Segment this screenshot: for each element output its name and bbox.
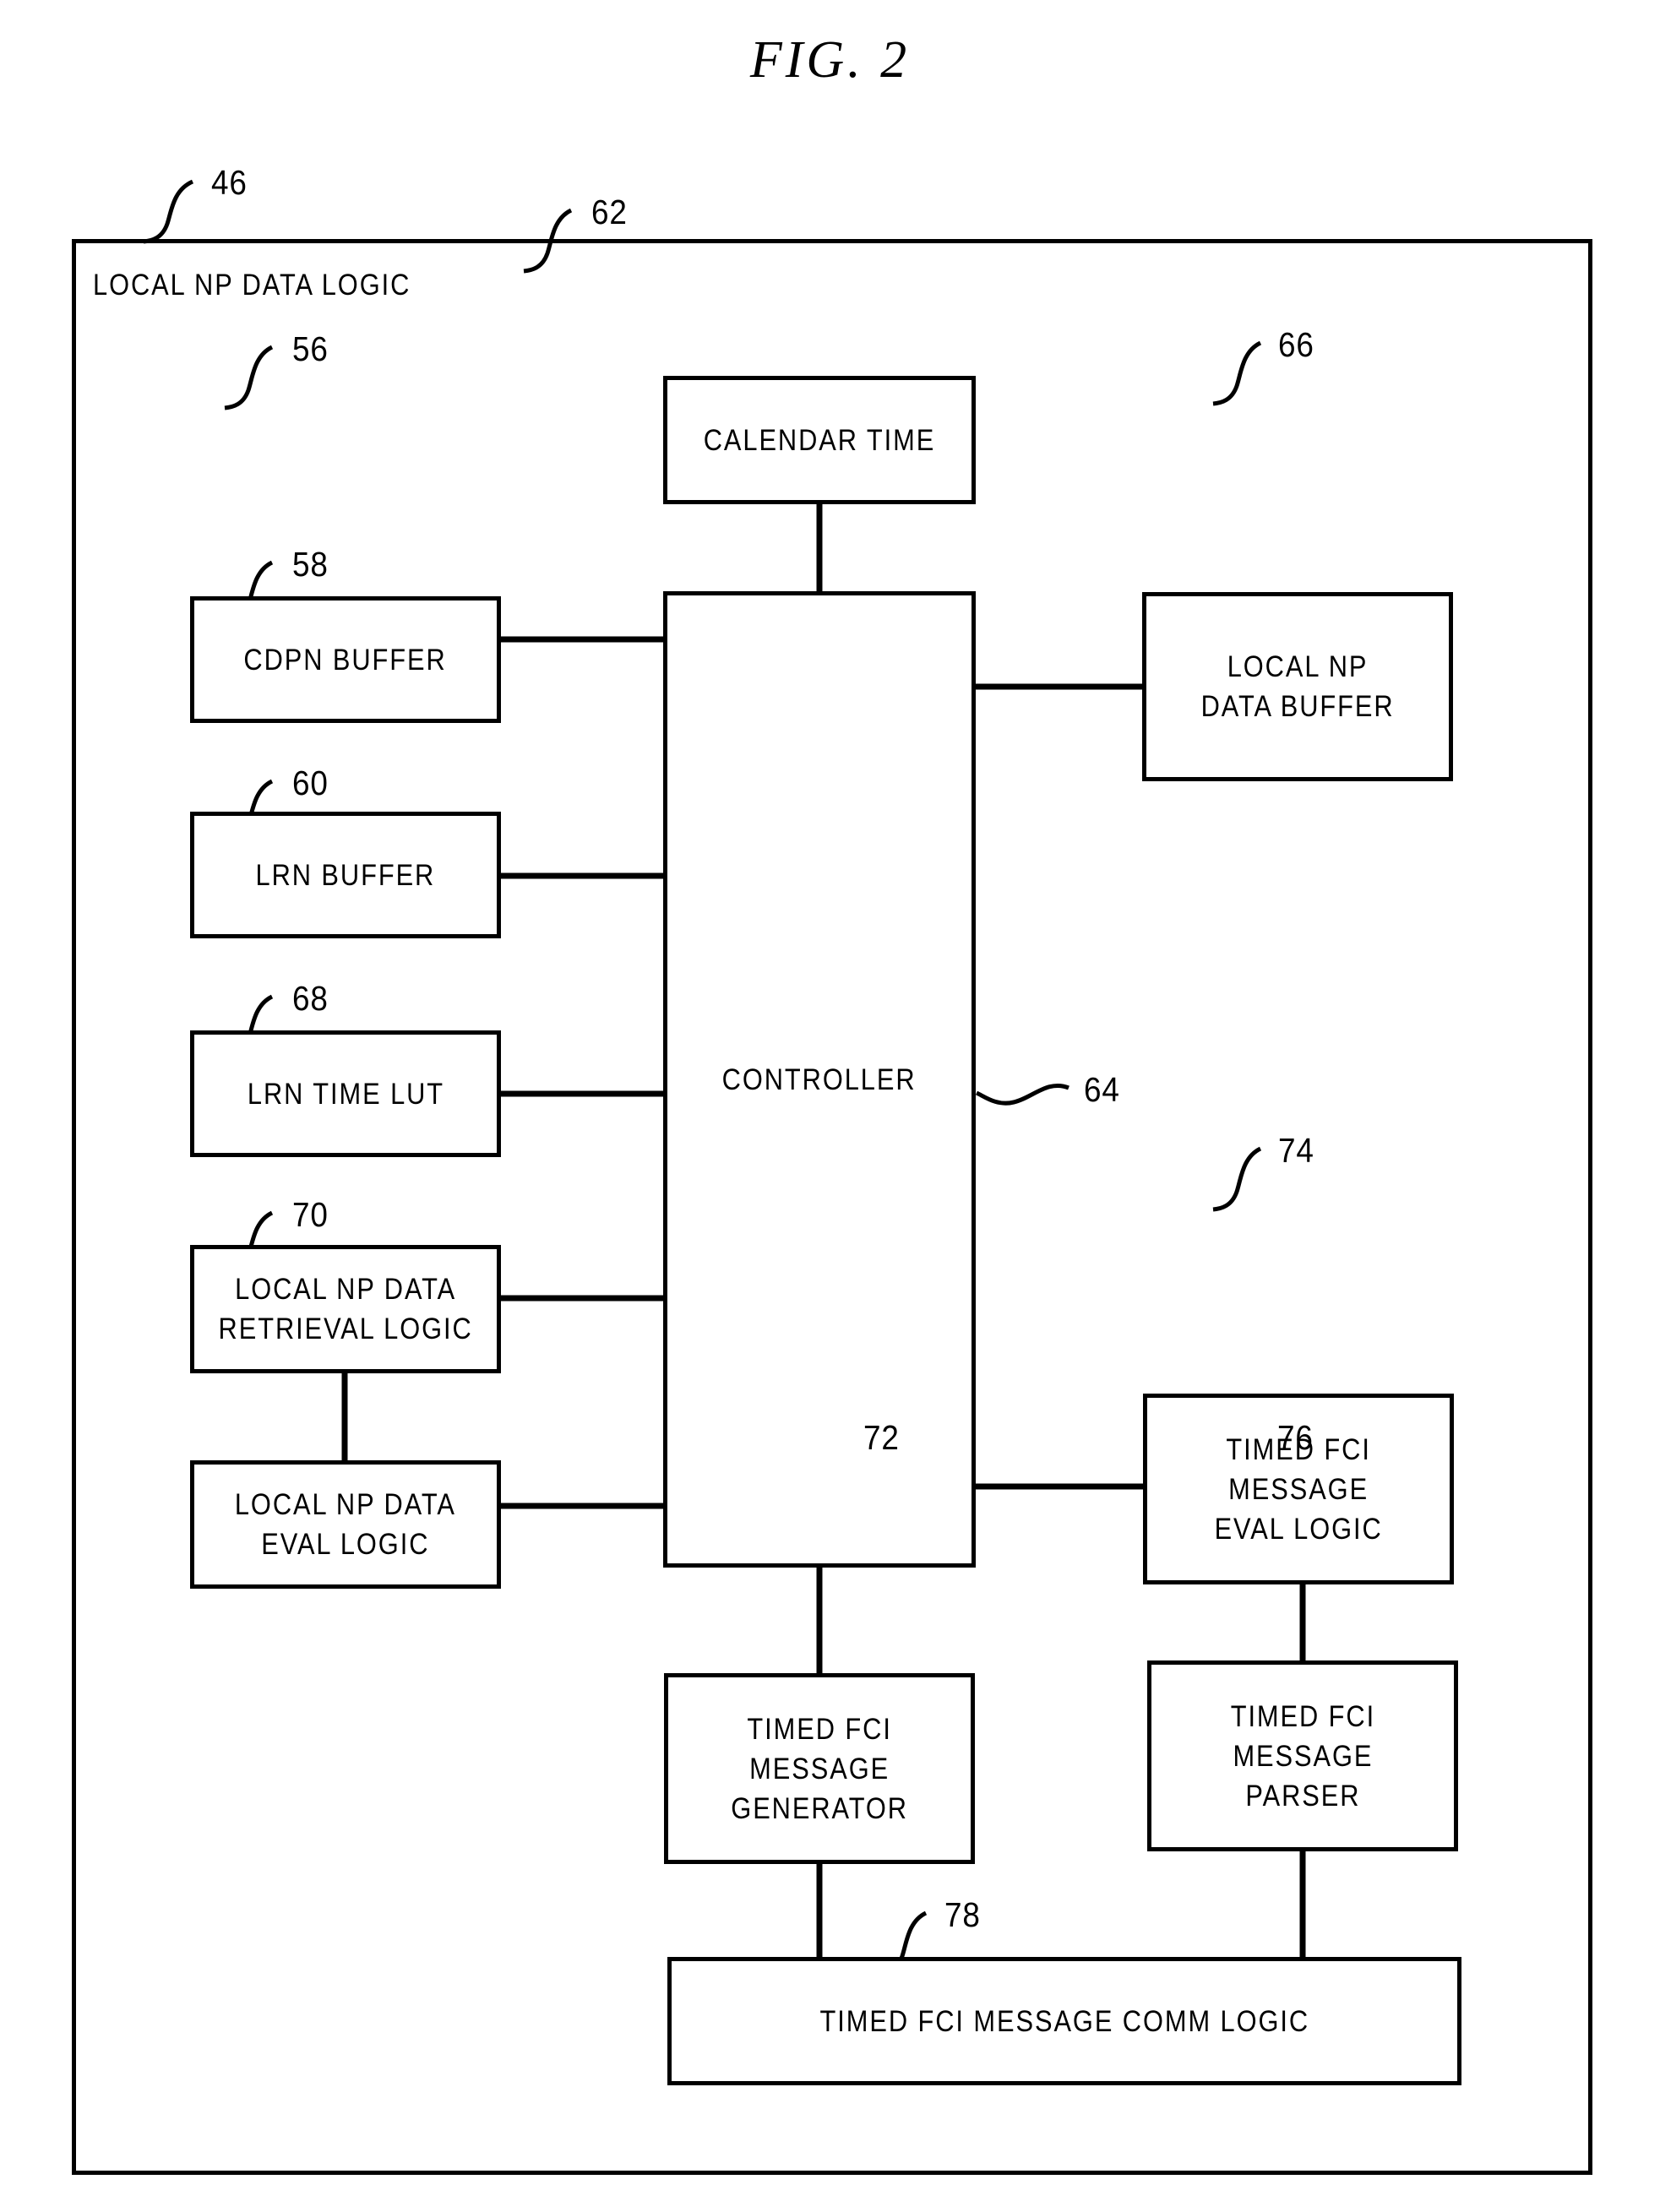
block-local-np-data-eval-logic[interactable]: LOCAL NP DATA EVAL LOGIC (190, 1460, 501, 1589)
ref-number-58: 58 (292, 545, 329, 584)
figure-root: FIG. 2 LOCAL NP DATA LOGIC CALENDAR TIME… (0, 0, 1660, 2212)
ref-number-46: 46 (211, 163, 248, 202)
block-controller[interactable]: CONTROLLER (663, 591, 976, 1568)
block-lrn-buffer[interactable]: LRN BUFFER (190, 812, 501, 938)
block-calendar-time-label: CALENDAR TIME (703, 423, 936, 457)
ref-number-78: 78 (944, 1895, 981, 1934)
ref-number-66: 66 (1278, 325, 1314, 364)
block-local-np-data-retrieval-logic-label: LOCAL NP DATA RETRIEVAL LOGIC (218, 1273, 473, 1345)
ref-number-76: 76 (1277, 1418, 1314, 1457)
block-local-np-data-eval-logic-label: LOCAL NP DATA EVAL LOGIC (235, 1488, 456, 1561)
ref-number-64: 64 (1084, 1070, 1120, 1109)
ref-number-70: 70 (292, 1195, 329, 1234)
block-calendar-time[interactable]: CALENDAR TIME (663, 376, 976, 504)
block-cdpn-buffer-label: CDPN BUFFER (243, 643, 448, 677)
block-local-np-data-retrieval-logic[interactable]: LOCAL NP DATA RETRIEVAL LOGIC (190, 1245, 501, 1373)
block-timed-fci-message-generator-label: TIMED FCI MESSAGE GENERATOR (731, 1712, 908, 1825)
block-timed-fci-message-parser[interactable]: TIMED FCI MESSAGE PARSER (1147, 1660, 1458, 1851)
block-lrn-time-lut[interactable]: LRN TIME LUT (190, 1030, 501, 1157)
ref-number-62: 62 (591, 193, 628, 231)
ref-number-56: 56 (292, 329, 329, 368)
ref-number-68: 68 (292, 979, 329, 1018)
block-lrn-time-lut-label: LRN TIME LUT (247, 1077, 444, 1111)
ref-number-74: 74 (1278, 1131, 1314, 1170)
block-controller-label: CONTROLLER (722, 1063, 917, 1096)
block-cdpn-buffer[interactable]: CDPN BUFFER (190, 596, 501, 723)
block-local-np-data-buffer-label: LOCAL NP DATA BUFFER (1200, 650, 1395, 723)
ref-number-60: 60 (292, 764, 329, 802)
block-local-np-data-buffer[interactable]: LOCAL NP DATA BUFFER (1142, 592, 1453, 781)
block-lrn-buffer-label: LRN BUFFER (255, 858, 436, 892)
block-timed-fci-message-comm-logic[interactable]: TIMED FCI MESSAGE COMM LOGIC (667, 1957, 1461, 2085)
block-timed-fci-message-parser-label: TIMED FCI MESSAGE PARSER (1230, 1699, 1375, 1813)
block-timed-fci-message-generator[interactable]: TIMED FCI MESSAGE GENERATOR (664, 1673, 975, 1864)
block-timed-fci-message-comm-logic-label: TIMED FCI MESSAGE COMM LOGIC (819, 2004, 1309, 2038)
ref-number-72: 72 (863, 1418, 900, 1457)
